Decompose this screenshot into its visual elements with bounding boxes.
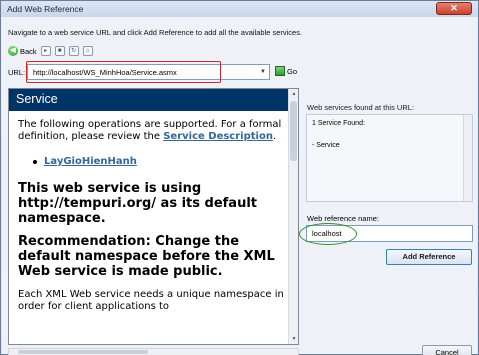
- reference-highlight-annotation: [299, 223, 357, 245]
- add-reference-button[interactable]: Add Reference: [386, 249, 472, 265]
- recommendation-heading: Recommendation: Change the default names…: [18, 234, 275, 279]
- scroll-thumb[interactable]: [290, 101, 297, 161]
- found-list-scrollbar[interactable]: [463, 115, 472, 201]
- close-button[interactable]: ✕: [436, 2, 472, 15]
- title-bar: Add Web Reference ✕: [1, 1, 478, 17]
- namespace-paragraph: Each XML Web service needs a unique name…: [18, 289, 284, 312]
- go-label: Go: [287, 66, 298, 76]
- bullet-icon: [33, 159, 37, 164]
- go-icon: [275, 66, 285, 76]
- service-content: The following operations are supported. …: [18, 119, 286, 313]
- scroll-down-icon[interactable]: ▼: [289, 334, 298, 344]
- service-browser-pane: Service The following operations are sup…: [8, 88, 299, 345]
- back-label: Back: [20, 46, 37, 56]
- cancel-button[interactable]: Cancel: [422, 345, 472, 355]
- add-web-reference-dialog: Add Web Reference ✕ Navigate to a web se…: [0, 0, 479, 355]
- back-button[interactable]: ◀ Back: [8, 46, 37, 56]
- scroll-up-icon[interactable]: ▲: [289, 89, 298, 99]
- found-count: 1 Service Found:: [312, 120, 365, 127]
- url-label: URL:: [8, 68, 26, 77]
- found-services-label: Web services found at this URL:: [307, 103, 414, 112]
- dialog-title: Add Web Reference: [7, 4, 84, 14]
- operation-list-item: LayGioHienHanh: [33, 156, 286, 167]
- browser-horizontal-scrollbar[interactable]: [8, 348, 299, 355]
- found-service-item[interactable]: - Service: [312, 142, 340, 149]
- url-highlight-annotation: [26, 61, 221, 83]
- service-header: Service: [9, 89, 289, 111]
- go-button[interactable]: Go: [275, 66, 297, 76]
- operation-link[interactable]: LayGioHienHanh: [44, 156, 137, 167]
- instruction-text: Navigate to a web service URL and click …: [8, 28, 303, 37]
- found-services-list[interactable]: 1 Service Found: - Service: [306, 114, 473, 202]
- intro-paragraph: The following operations are supported. …: [18, 119, 286, 143]
- intro-suffix: .: [272, 131, 277, 142]
- refresh-icon[interactable]: ↻: [68, 46, 79, 56]
- dialog-body: Navigate to a web service URL and click …: [2, 17, 477, 355]
- forward-icon[interactable]: ▸: [40, 46, 51, 56]
- reference-name-label: Web reference name:: [307, 214, 379, 223]
- browser-toolbar: ◀ Back ▸ ■ ↻ ⌂: [8, 44, 93, 58]
- dropdown-arrow-icon[interactable]: ▼: [257, 65, 269, 79]
- horizontal-scroll-thumb[interactable]: [18, 350, 148, 354]
- stop-icon[interactable]: ■: [54, 46, 65, 56]
- close-icon: ✕: [450, 3, 458, 13]
- service-title: Service: [16, 92, 58, 106]
- back-arrow-icon: ◀: [8, 46, 18, 56]
- service-description-link[interactable]: Service Description: [163, 131, 273, 142]
- namespace-heading: This web service is using http://tempuri…: [18, 181, 257, 226]
- home-icon[interactable]: ⌂: [82, 46, 93, 56]
- browser-vertical-scrollbar[interactable]: ▲ ▼: [288, 89, 298, 344]
